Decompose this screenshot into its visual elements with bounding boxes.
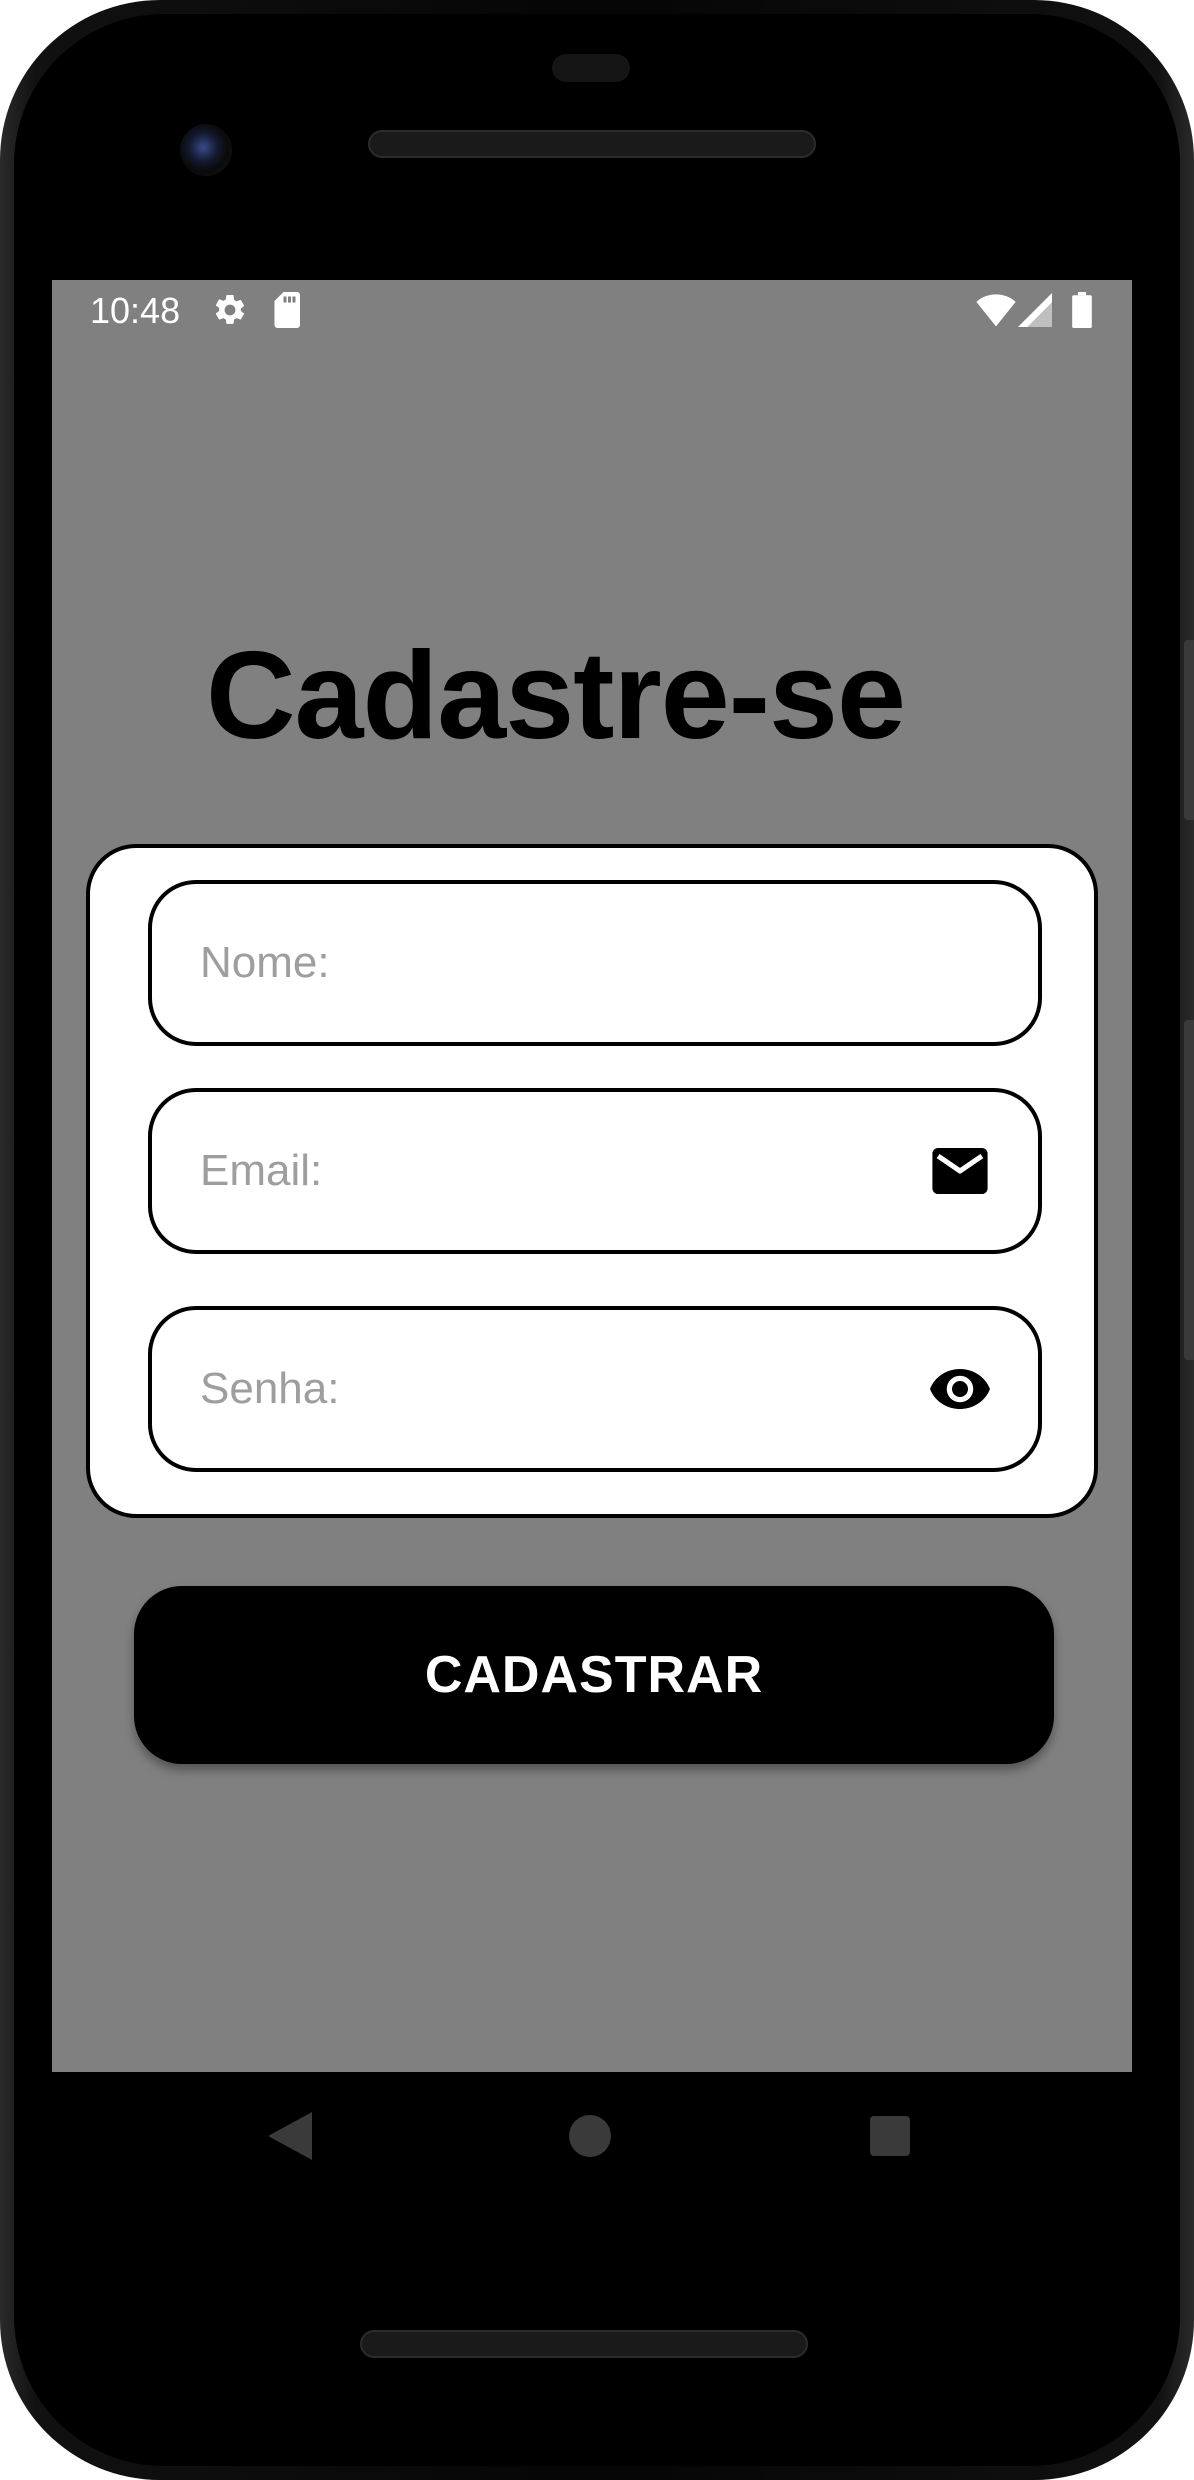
page-title: Cadastre-se bbox=[206, 627, 906, 765]
mail-icon bbox=[930, 1141, 990, 1201]
signal-icon bbox=[1018, 292, 1052, 333]
top-speaker bbox=[368, 130, 816, 158]
eye-icon[interactable] bbox=[930, 1359, 990, 1419]
status-bar: 10:48 bbox=[52, 280, 1132, 344]
back-icon[interactable] bbox=[250, 2096, 330, 2176]
power-button bbox=[1184, 640, 1194, 820]
signup-button[interactable]: CADASTRAR bbox=[134, 1586, 1054, 1764]
front-camera bbox=[180, 124, 232, 176]
app-screen: 10:48 Cadastre-se Nome: Email: CADASTRAR bbox=[52, 280, 1132, 2072]
gear-icon bbox=[212, 292, 248, 333]
password-field bbox=[148, 1306, 1042, 1472]
earpiece bbox=[552, 54, 630, 82]
volume-button bbox=[1184, 1020, 1194, 1360]
bottom-speaker bbox=[360, 2330, 808, 2358]
password-input[interactable] bbox=[200, 1349, 900, 1429]
status-time: 10:48 bbox=[90, 290, 181, 331]
email-field bbox=[148, 1088, 1042, 1254]
phone-frame: 10:48 Cadastre-se Nome: Email: CADASTRAR bbox=[0, 0, 1194, 2480]
android-nav-bar bbox=[52, 2072, 1132, 2202]
home-icon[interactable] bbox=[550, 2096, 630, 2176]
wifi-icon bbox=[976, 292, 1016, 333]
battery-icon bbox=[1072, 292, 1092, 333]
recents-icon[interactable] bbox=[850, 2096, 930, 2176]
sd-card-icon bbox=[272, 292, 304, 333]
name-field bbox=[148, 880, 1042, 1046]
email-input[interactable] bbox=[200, 1131, 900, 1211]
name-input[interactable] bbox=[200, 923, 900, 1003]
signup-form-card bbox=[86, 844, 1098, 1518]
